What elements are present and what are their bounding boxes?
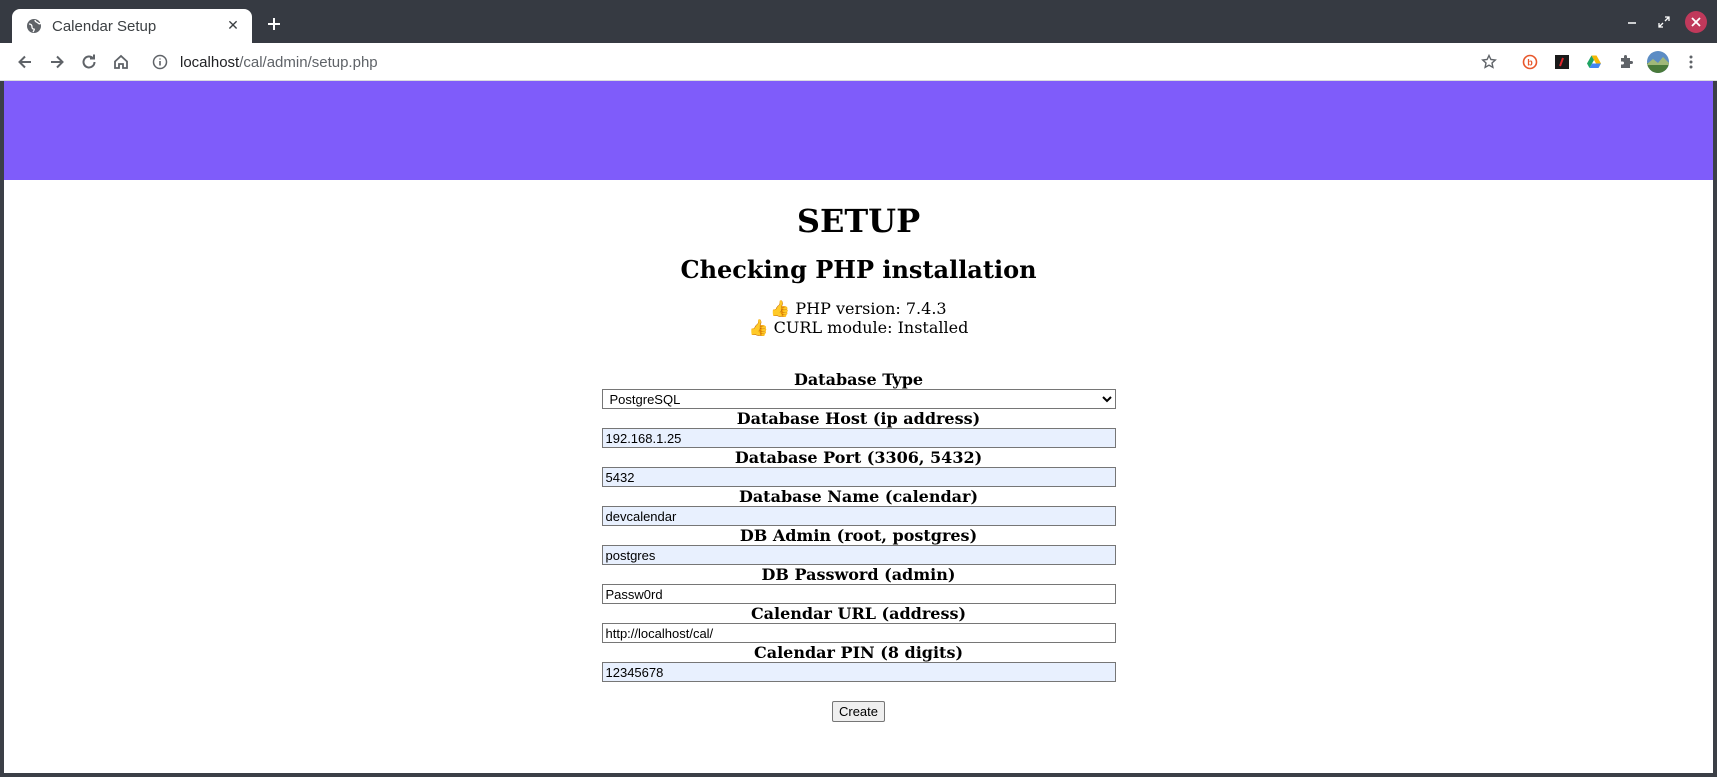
window-close-icon[interactable] xyxy=(1685,11,1707,33)
check-text: PHP version: 7.4.3 xyxy=(795,299,947,319)
db-type-label: Database Type xyxy=(793,370,924,390)
url-path: /cal/admin/setup.php xyxy=(239,53,378,71)
address-bar[interactable]: localhost/cal/admin/setup.php xyxy=(152,51,378,73)
check-list: 👍 PHP version: 7.4.3 👍 CURL module: Inst… xyxy=(4,299,1713,337)
url-host: localhost xyxy=(180,53,240,71)
check-item: 👍 PHP version: 7.4.3 xyxy=(4,299,1713,318)
maximize-icon[interactable] xyxy=(1653,11,1675,33)
browser-tab[interactable]: Calendar Setup ✕ xyxy=(12,9,252,43)
star-icon[interactable] xyxy=(1478,51,1500,73)
check-text: CURL module: Installed xyxy=(773,318,969,338)
db-name-label: Database Name (calendar) xyxy=(738,487,979,507)
page-viewport: SETUP Checking PHP installation 👍 PHP ve… xyxy=(4,81,1713,773)
calendar-url-input[interactable] xyxy=(601,623,1116,644)
setup-content: SETUP Checking PHP installation 👍 PHP ve… xyxy=(4,202,1713,723)
info-icon[interactable] xyxy=(152,54,168,70)
bing-extension-icon[interactable]: b xyxy=(1519,51,1541,73)
db-admin-label: DB Admin (root, postgres) xyxy=(739,526,978,546)
drive-icon[interactable] xyxy=(1583,51,1605,73)
menu-icon[interactable] xyxy=(1680,51,1702,73)
header-banner xyxy=(4,81,1713,180)
db-name-input[interactable] xyxy=(601,506,1116,527)
thumbs-up-icon: 👍 xyxy=(770,299,791,319)
tab-title: Calendar Setup xyxy=(52,17,157,35)
db-port-label: Database Port (3306, 5432) xyxy=(734,448,983,468)
calendar-url-label: Calendar URL (address) xyxy=(750,604,967,624)
section-subtitle: Checking PHP installation xyxy=(680,255,1037,285)
browser-titlebar: Calendar Setup ✕ xyxy=(0,0,1717,43)
page-title: SETUP xyxy=(796,202,921,240)
globe-icon xyxy=(26,18,42,34)
minimize-icon[interactable] xyxy=(1621,11,1643,33)
setup-form: Database Type PostgreSQL Database Host (… xyxy=(601,370,1116,723)
db-host-input[interactable] xyxy=(601,428,1116,449)
browser-toolbar: localhost/cal/admin/setup.php b xyxy=(0,43,1717,81)
pdf-extension-icon[interactable] xyxy=(1551,51,1573,73)
check-item: 👍 CURL module: Installed xyxy=(4,318,1713,337)
db-port-input[interactable] xyxy=(601,467,1116,488)
home-icon[interactable] xyxy=(109,50,133,74)
close-icon[interactable]: ✕ xyxy=(224,18,242,34)
db-admin-input[interactable] xyxy=(601,545,1116,566)
svg-text:b: b xyxy=(1527,58,1533,68)
extension-icon[interactable] xyxy=(1615,51,1637,73)
thumbs-up-icon: 👍 xyxy=(748,318,769,338)
forward-icon[interactable] xyxy=(45,50,69,74)
plus-icon[interactable] xyxy=(262,12,286,36)
db-password-label: DB Password (admin) xyxy=(761,565,956,585)
back-icon[interactable] xyxy=(13,50,37,74)
db-password-input[interactable] xyxy=(601,584,1116,605)
calendar-pin-input[interactable] xyxy=(601,662,1116,683)
create-button[interactable]: Create xyxy=(831,701,886,723)
reload-icon[interactable] xyxy=(77,50,101,74)
calendar-pin-label: Calendar PIN (8 digits) xyxy=(753,643,964,663)
db-type-select[interactable]: PostgreSQL xyxy=(601,389,1116,410)
avatar[interactable] xyxy=(1647,51,1669,73)
db-host-label: Database Host (ip address) xyxy=(736,409,981,429)
